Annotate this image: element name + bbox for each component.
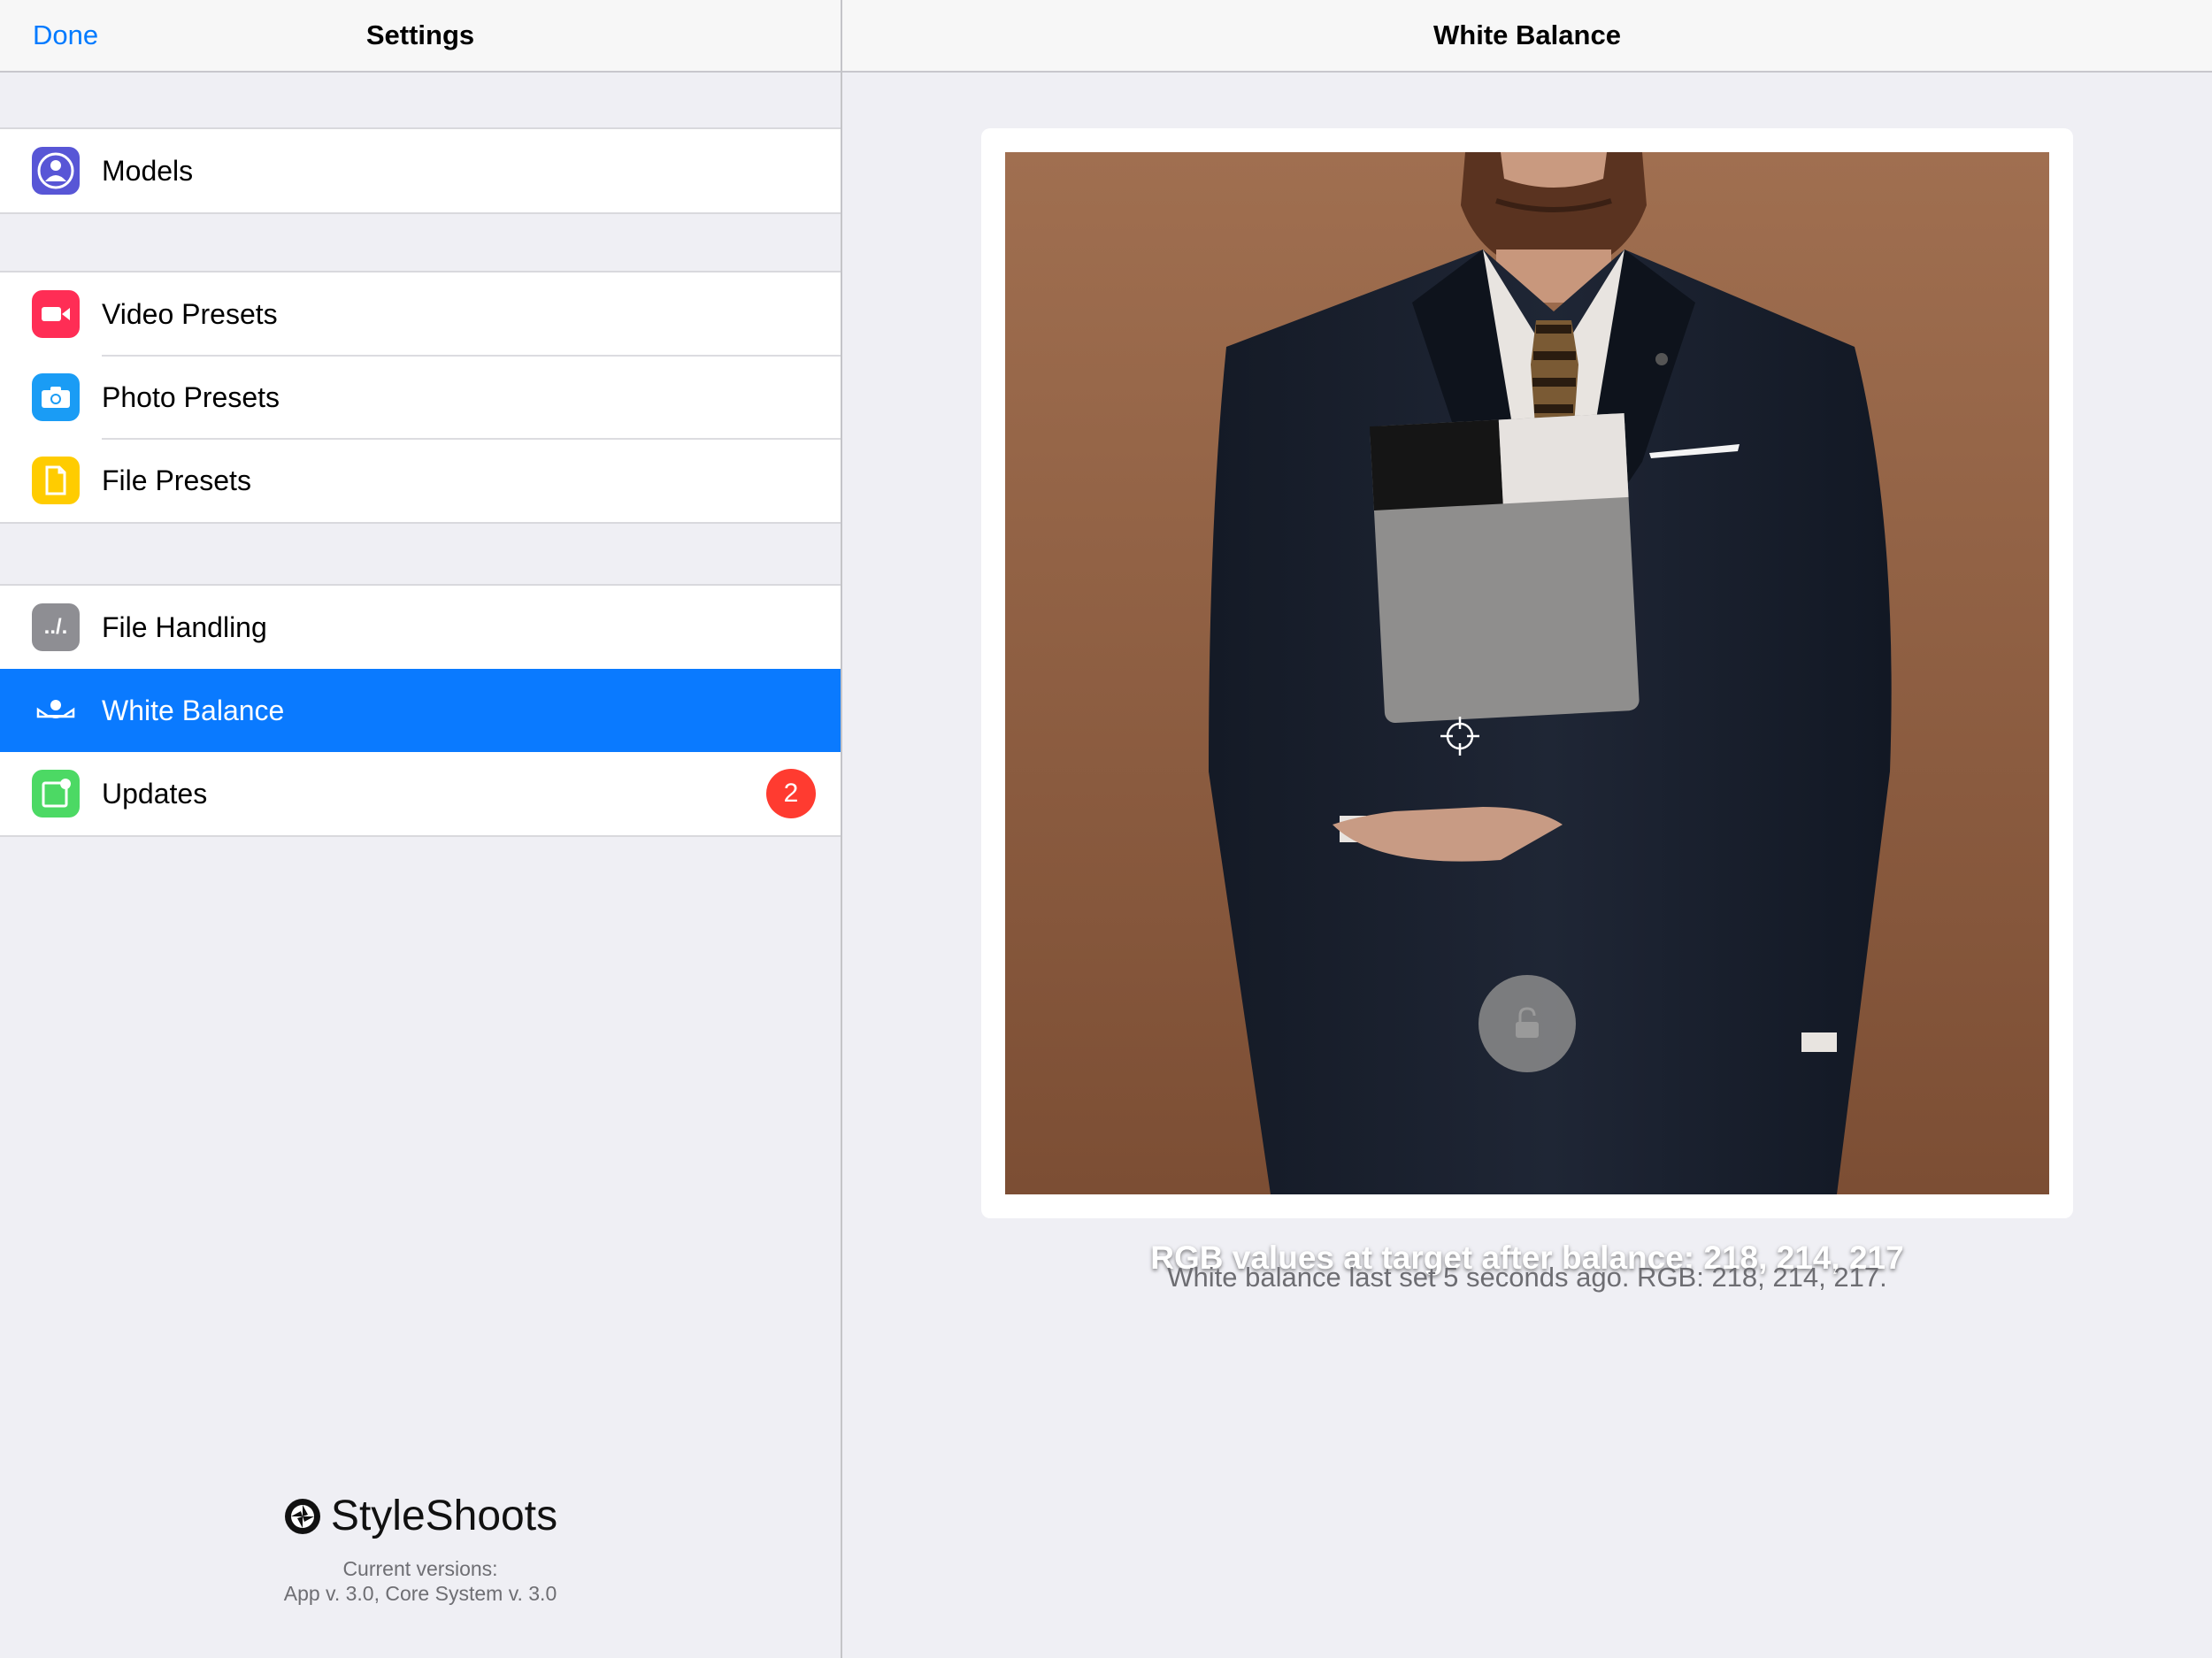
done-button[interactable]: Done [33, 0, 98, 71]
settings-item-label: Updates [102, 777, 208, 810]
camera-icon [32, 373, 80, 421]
white-balance-icon [32, 687, 80, 734]
sidebar-title: Settings [365, 19, 475, 50]
settings-item-photo-presets[interactable]: Photo Presets [0, 355, 841, 439]
settings-item-label: Video Presets [102, 297, 278, 330]
white-balance-status: White balance last set 5 seconds ago. RG… [1167, 1262, 1887, 1293]
camera-preview[interactable] [1005, 152, 2049, 1194]
lock-button[interactable] [1479, 975, 1576, 1072]
versions-text: App v. 3.0, Core System v. 3.0 [283, 1582, 557, 1605]
settings-item-label: White Balance [102, 694, 285, 726]
video-camera-icon [32, 290, 80, 338]
updates-icon [32, 770, 80, 817]
detail-title: White Balance [1433, 19, 1621, 50]
white-balance-pane: White Balance RGB values at target after… [842, 0, 2212, 1658]
settings-item-label: File Handling [102, 610, 267, 643]
person-icon [32, 147, 80, 195]
settings-item-file-presets[interactable]: File Presets [0, 438, 841, 522]
updates-badge: 2 [766, 769, 816, 818]
settings-sidebar: Settings Done Models Video Presets Photo… [0, 0, 841, 1658]
brand-logo: StyleShoots [0, 1492, 841, 1540]
document-icon [32, 457, 80, 504]
camera-preview-card: RGB values at target after balance: 218,… [981, 128, 2073, 1276]
file-path-glyph: ../. [43, 615, 68, 639]
settings-item-models[interactable]: Models [0, 129, 841, 212]
settings-item-video-presets[interactable]: Video Presets [0, 272, 841, 356]
aperture-icon [284, 1498, 320, 1534]
brand-footer: StyleShoots Current versions: App v. 3.0… [0, 1492, 841, 1606]
sidebar-navbar: Settings Done [0, 0, 841, 73]
versions-label: Current versions: [342, 1557, 498, 1580]
brand-name: StyleShoots [330, 1493, 558, 1539]
settings-item-white-balance[interactable]: White Balance [0, 669, 841, 752]
settings-group-system: ../. File Handling White Balance Updates… [0, 584, 841, 837]
lock-icon [1516, 1007, 1539, 1038]
settings-item-file-handling[interactable]: ../. File Handling [0, 586, 841, 669]
settings-item-label: Models [102, 154, 194, 187]
settings-item-updates[interactable]: Updates 2 [0, 752, 841, 835]
settings-group-models: Models [0, 127, 841, 214]
settings-group-presets: Video Presets Photo Presets File Presets [0, 271, 841, 524]
settings-item-label: File Presets [102, 464, 251, 496]
detail-navbar: White Balance [842, 0, 2212, 73]
file-path-icon: ../. [32, 603, 80, 651]
settings-item-label: Photo Presets [102, 380, 280, 413]
